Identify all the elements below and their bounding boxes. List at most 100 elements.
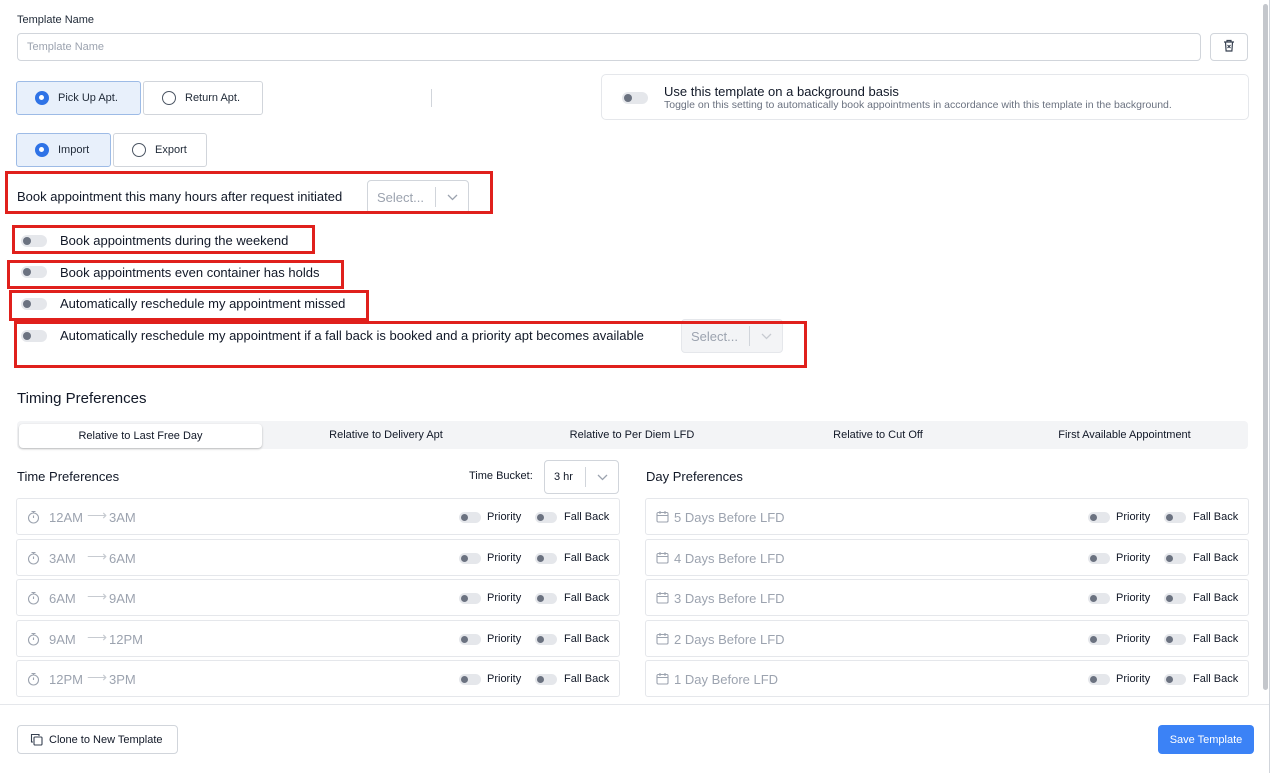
fallback-label: Fall Back [564,511,610,523]
time-preference-row: 3AM ⟶ 6AM Priority Fall Back [16,539,620,576]
day-label: 1 Day Before LFD [674,672,779,687]
fallback-label: Fall Back [564,592,610,604]
priority-label: Priority [487,511,522,523]
priority-toggle[interactable] [1088,512,1110,523]
day-preference-row: 5 Days Before LFD Priority Fall Back [645,498,1249,535]
tab-per-diem-lfd[interactable]: Relative to Per Diem LFD [509,421,755,449]
priority-toggle[interactable] [459,674,481,685]
background-toggle[interactable] [622,92,648,104]
priority-toggle[interactable] [459,634,481,645]
time-from: 12AM [49,510,83,525]
fallback-toggle[interactable] [1164,553,1186,564]
save-template-button[interactable]: Save Template [1158,725,1254,754]
calendar-icon [656,591,669,609]
arrow-right-icon: ⟶ [87,548,108,564]
time-from: 6AM [49,591,76,606]
holds-label: Book appointments even container has hol… [60,265,320,280]
time-from: 3AM [49,551,76,566]
template-name-label: Template Name [17,14,95,26]
priority-label: Priority [487,592,522,604]
priority-toggle[interactable] [459,512,481,523]
fallback-toggle[interactable] [1164,634,1186,645]
day-label: 5 Days Before LFD [674,510,785,525]
hours-after-label: Book appointment this many hours after r… [17,189,343,204]
radio-export[interactable]: Export [113,133,207,167]
weekend-toggle[interactable] [21,235,47,247]
day-preferences-title: Day Preferences [646,469,743,484]
hours-after-select[interactable]: Select... [367,180,469,214]
fallback-toggle[interactable] [535,512,557,523]
weekend-label: Book appointments during the weekend [60,233,289,248]
fallback-toggle[interactable] [1164,512,1186,523]
stopwatch-icon [27,591,40,610]
tab-last-free-day[interactable]: Relative to Last Free Day [19,424,262,448]
priority-toggle[interactable] [459,553,481,564]
tab-cut-off[interactable]: Relative to Cut Off [755,421,1001,449]
footer-bar: Clone to New Template Save Template [0,704,1269,773]
scrollbar[interactable] [1263,4,1268,690]
day-preference-row: 2 Days Before LFD Priority Fall Back [645,620,1249,657]
clone-template-button[interactable]: Clone to New Template [17,725,178,754]
time-from: 12PM [49,672,83,687]
calendar-icon [656,672,669,690]
missed-label: Automatically reschedule my appointment … [60,296,346,311]
time-to: 6AM [109,551,136,566]
tab-delivery-apt[interactable]: Relative to Delivery Apt [263,421,509,449]
background-subtitle: Toggle on this setting to automatically … [664,99,1172,111]
time-bucket-select[interactable]: 3 hr [544,460,619,494]
tab-first-available[interactable]: First Available Appointment [1001,421,1248,449]
timing-preferences-title: Timing Preferences [17,390,147,407]
fallback-label: Automatically reschedule my appointment … [60,328,644,343]
priority-toggle[interactable] [1088,593,1110,604]
select-value: 3 hr [554,471,573,483]
radio-unchecked-icon [132,143,146,157]
radio-import[interactable]: Import [16,133,111,167]
time-preference-row: 9AM ⟶ 12PM Priority Fall Back [16,620,620,657]
time-to: 12PM [109,632,143,647]
divider [431,89,432,107]
priority-toggle[interactable] [1088,674,1110,685]
fallback-toggle[interactable] [21,330,47,342]
time-preference-row: 12PM ⟶ 3PM Priority Fall Back [16,660,620,697]
background-basis-card: Use this template on a background basis … [601,74,1249,120]
fallback-label: Fall Back [564,552,610,564]
stopwatch-icon [27,672,40,691]
arrow-right-icon: ⟶ [87,588,108,604]
radio-label: Export [155,144,187,156]
select-placeholder: Select... [691,328,738,344]
delete-template-button[interactable] [1210,33,1248,61]
radio-checked-icon [35,143,49,157]
trash-icon [1223,39,1235,55]
fallback-label: Fall Back [1193,552,1239,564]
time-preference-row: 6AM ⟶ 9AM Priority Fall Back [16,579,620,616]
fallback-toggle[interactable] [535,553,557,564]
priority-toggle[interactable] [1088,634,1110,645]
time-preferences-title: Time Preferences [17,469,120,484]
holds-toggle[interactable] [21,266,47,278]
priority-toggle[interactable] [1088,553,1110,564]
time-preference-row: 12AM ⟶ 3AM Priority Fall Back [16,498,620,535]
stopwatch-icon [27,632,40,651]
stopwatch-icon [27,510,40,529]
chevron-down-icon [750,333,782,340]
chevron-down-icon [586,474,618,481]
priority-label: Priority [1116,511,1151,523]
priority-label: Priority [1116,633,1151,645]
radio-pick-up-apt[interactable]: Pick Up Apt. [16,81,141,115]
fallback-toggle[interactable] [535,634,557,645]
priority-label: Priority [487,673,522,685]
priority-toggle[interactable] [459,593,481,604]
fallback-label: Fall Back [1193,633,1239,645]
radio-unchecked-icon [162,91,176,105]
fallback-select[interactable]: Select... [681,319,783,353]
fallback-toggle[interactable] [535,674,557,685]
priority-label: Priority [1116,673,1151,685]
radio-return-apt[interactable]: Return Apt. [143,81,263,115]
fallback-toggle[interactable] [1164,593,1186,604]
fallback-toggle[interactable] [535,593,557,604]
missed-toggle[interactable] [21,298,47,310]
fallback-label: Fall Back [564,673,610,685]
template-name-input[interactable] [17,33,1201,61]
fallback-toggle[interactable] [1164,674,1186,685]
time-to: 9AM [109,591,136,606]
